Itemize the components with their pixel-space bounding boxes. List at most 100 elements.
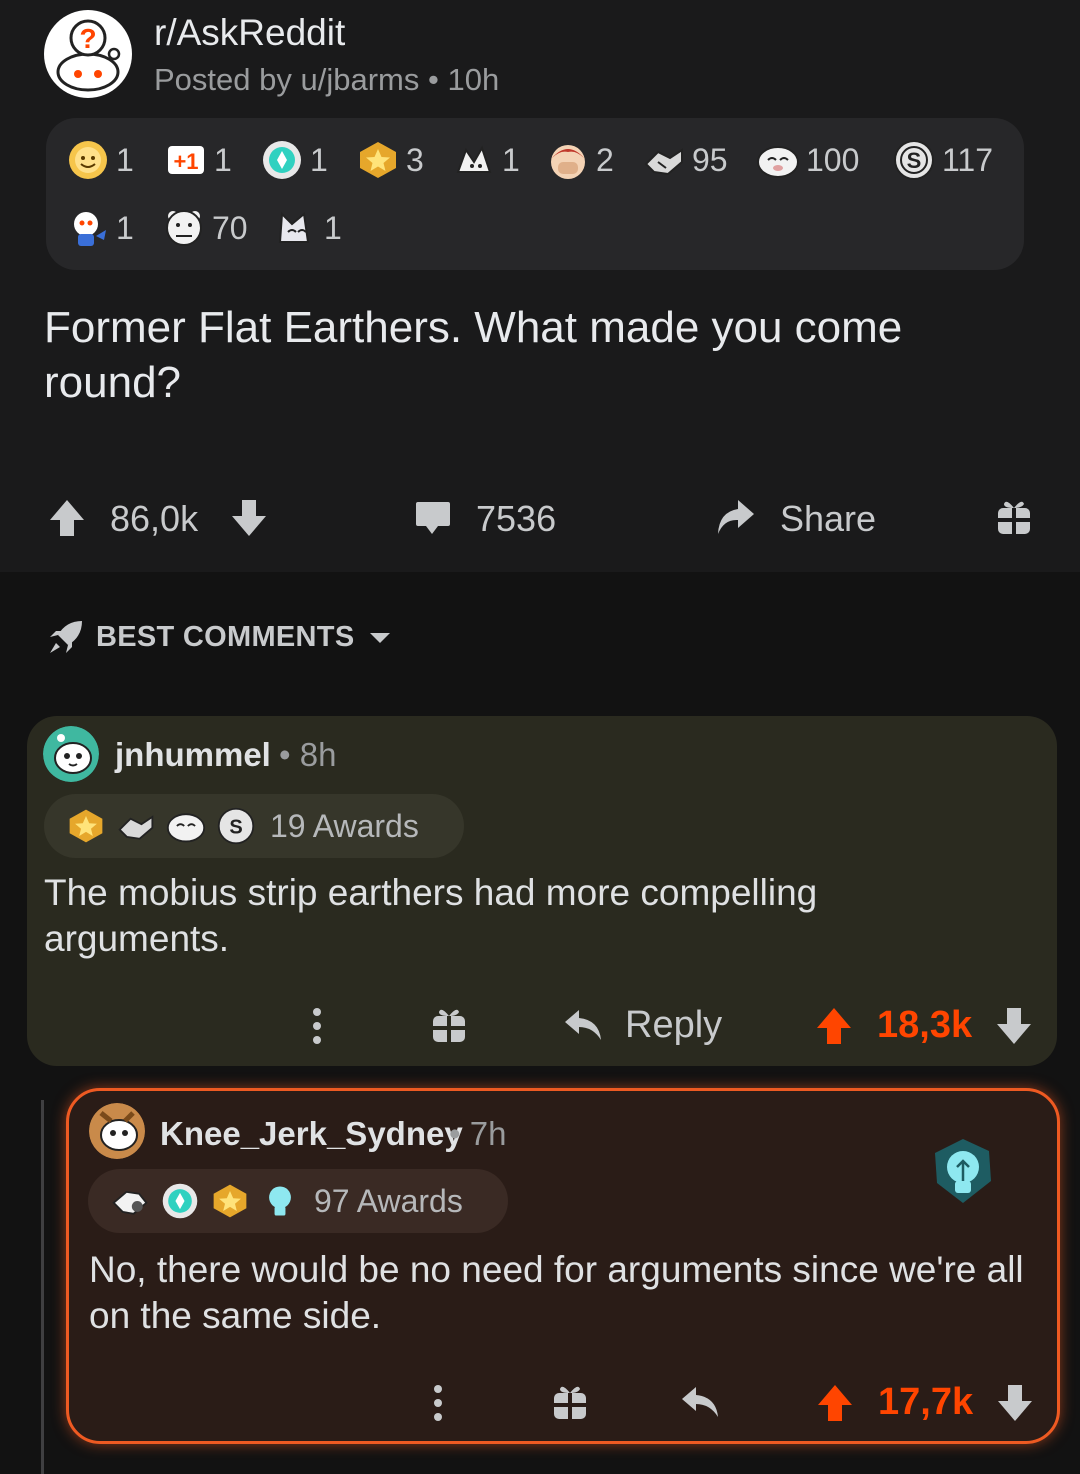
user-avatar-icon[interactable]	[89, 1103, 145, 1159]
award-seal[interactable]: 100	[756, 138, 859, 182]
post-meta: Posted by u/jbarms • 10h	[154, 62, 499, 98]
award-gold[interactable]: 3	[356, 138, 424, 182]
gift-award-icon[interactable]	[552, 1383, 588, 1421]
comment-score: 18,3k	[877, 1004, 973, 1046]
subreddit-name[interactable]: r/AskReddit	[154, 12, 345, 54]
award-count: 2	[596, 141, 614, 178]
comment-score: 17,7k	[878, 1381, 974, 1423]
award-count: 70	[212, 209, 248, 246]
reply-arrow-icon[interactable]	[680, 1385, 720, 1419]
snoo-award-icon	[74, 212, 106, 246]
facepalm-award-icon	[551, 145, 585, 179]
comment-age: • 7h	[449, 1115, 507, 1152]
platinum-gem-icon	[162, 1183, 198, 1219]
award-count: 1	[324, 209, 342, 246]
award-count: 1	[116, 209, 134, 246]
award-facepalm[interactable]: 2	[546, 138, 614, 182]
gift-award-icon[interactable]	[996, 498, 1032, 536]
comment-username[interactable]: jnhummel	[115, 736, 271, 774]
post-title[interactable]: Former Flat Earthers. What made you come…	[44, 300, 1034, 410]
wholesome-bear-icon	[166, 210, 202, 246]
award-cat[interactable]: 1	[274, 206, 342, 250]
svg-text:S: S	[907, 148, 922, 173]
rocket-icon	[50, 621, 82, 653]
platinum-gem-icon	[263, 141, 301, 179]
user-avatar-icon[interactable]	[43, 726, 99, 782]
comment-knee-jerk-sydney[interactable]: Knee_Jerk_Sydney • 7h 97 Awards No, ther…	[66, 1088, 1060, 1444]
post-awards[interactable]: 1 +1 1 1 3 1 2 95 100 S 117 1 70 1	[46, 118, 1024, 270]
gold-star-icon	[69, 809, 103, 843]
award-count: 3	[406, 141, 424, 178]
comment-username[interactable]: Knee_Jerk_Sydney	[160, 1115, 463, 1153]
upvote-arrow-icon[interactable]	[815, 1006, 853, 1046]
post-author[interactable]: u/jbarms	[301, 62, 420, 97]
lightbulb-icon	[269, 1186, 291, 1216]
award-snoo[interactable]: 1	[66, 206, 134, 250]
award-count: 1	[214, 141, 232, 178]
thread-line[interactable]	[41, 1100, 44, 1474]
upvote-arrow-icon[interactable]	[816, 1383, 854, 1423]
cat-award-icon	[278, 211, 310, 243]
reply-button[interactable]: Reply	[625, 1004, 722, 1047]
doggo-award-icon	[456, 145, 492, 173]
award-count: 1	[502, 141, 520, 178]
comment-sort-selector[interactable]: BEST COMMENTS	[46, 617, 394, 657]
plus-one-icon: +1	[168, 146, 204, 174]
svg-text:+1: +1	[173, 149, 198, 174]
more-options-icon[interactable]	[430, 1383, 446, 1423]
laughing-seal-icon	[166, 813, 206, 843]
silver-coin-icon: S	[894, 140, 934, 180]
award-count: 95	[692, 141, 728, 178]
gift-award-icon[interactable]	[431, 1006, 467, 1044]
share-arrow-icon[interactable]	[714, 498, 756, 538]
awards-count-label: 97 Awards	[314, 1182, 463, 1219]
posted-by-label: Posted by	[154, 62, 292, 97]
downvote-arrow-icon[interactable]	[230, 498, 268, 538]
award-wholesome-sun[interactable]: 1	[66, 138, 134, 182]
award-silver[interactable]: S 117	[892, 138, 993, 182]
post-card[interactable]: ? r/AskReddit Posted by u/jbarms • 10h 1…	[0, 0, 1080, 572]
downvote-arrow-icon[interactable]	[995, 1006, 1033, 1046]
meta-separator: •	[428, 62, 448, 97]
gold-star-icon	[213, 1184, 247, 1218]
award-wholesome-bear[interactable]: 70	[162, 206, 248, 250]
award-doggo[interactable]: 1	[452, 138, 520, 182]
award-count: 100	[806, 141, 860, 178]
wholesome-sun-icon	[69, 141, 107, 179]
comment-body: The mobius strip earthers had more compe…	[44, 872, 818, 959]
lightbulb-award-icon[interactable]	[931, 1137, 995, 1209]
comment-age-value: 8h	[299, 736, 337, 773]
comment-jnhummel[interactable]: jnhummel • 8h S 19 Awards The mobius str…	[27, 716, 1057, 1066]
subreddit-avatar[interactable]: ?	[44, 10, 132, 98]
svg-text:S: S	[229, 816, 242, 838]
award-platinum[interactable]: 1	[260, 138, 328, 182]
award-plus-one[interactable]: +1 1	[164, 138, 232, 182]
post-age: 10h	[447, 62, 500, 97]
silver-coin-icon: S	[217, 807, 255, 845]
sort-label: BEST COMMENTS	[96, 620, 355, 653]
downvote-arrow-icon[interactable]	[996, 1383, 1034, 1423]
askreddit-logo-icon: ?	[56, 19, 121, 92]
comment-age: • 8h	[279, 736, 337, 773]
comment-age-value: 7h	[469, 1115, 507, 1152]
gold-star-icon	[360, 142, 396, 178]
chevron-down-icon	[370, 633, 391, 643]
more-options-icon[interactable]	[309, 1006, 325, 1046]
comment-body: No, there would be no need for arguments…	[89, 1249, 1024, 1336]
bravo-handshake-icon	[118, 815, 154, 840]
award-bravo[interactable]: 95	[642, 138, 728, 182]
award-count: 1	[116, 141, 134, 178]
comment-awards-pill[interactable]: 97 Awards	[88, 1169, 508, 1233]
svg-text:?: ?	[79, 23, 96, 54]
comment-bubble-icon[interactable]	[414, 500, 452, 536]
comment-awards-pill[interactable]: S 19 Awards	[44, 794, 464, 858]
reply-arrow-icon[interactable]	[563, 1008, 603, 1042]
post-score: 86,0k	[110, 498, 199, 539]
award-count: 1	[310, 141, 328, 178]
bravo-handshake-icon	[644, 148, 683, 176]
share-button[interactable]: Share	[780, 498, 876, 540]
comment-count[interactable]: 7536	[476, 498, 556, 540]
awards-count-label: 19 Awards	[270, 807, 419, 844]
helping-hand-icon	[112, 1190, 148, 1215]
upvote-arrow-icon[interactable]	[48, 498, 86, 538]
